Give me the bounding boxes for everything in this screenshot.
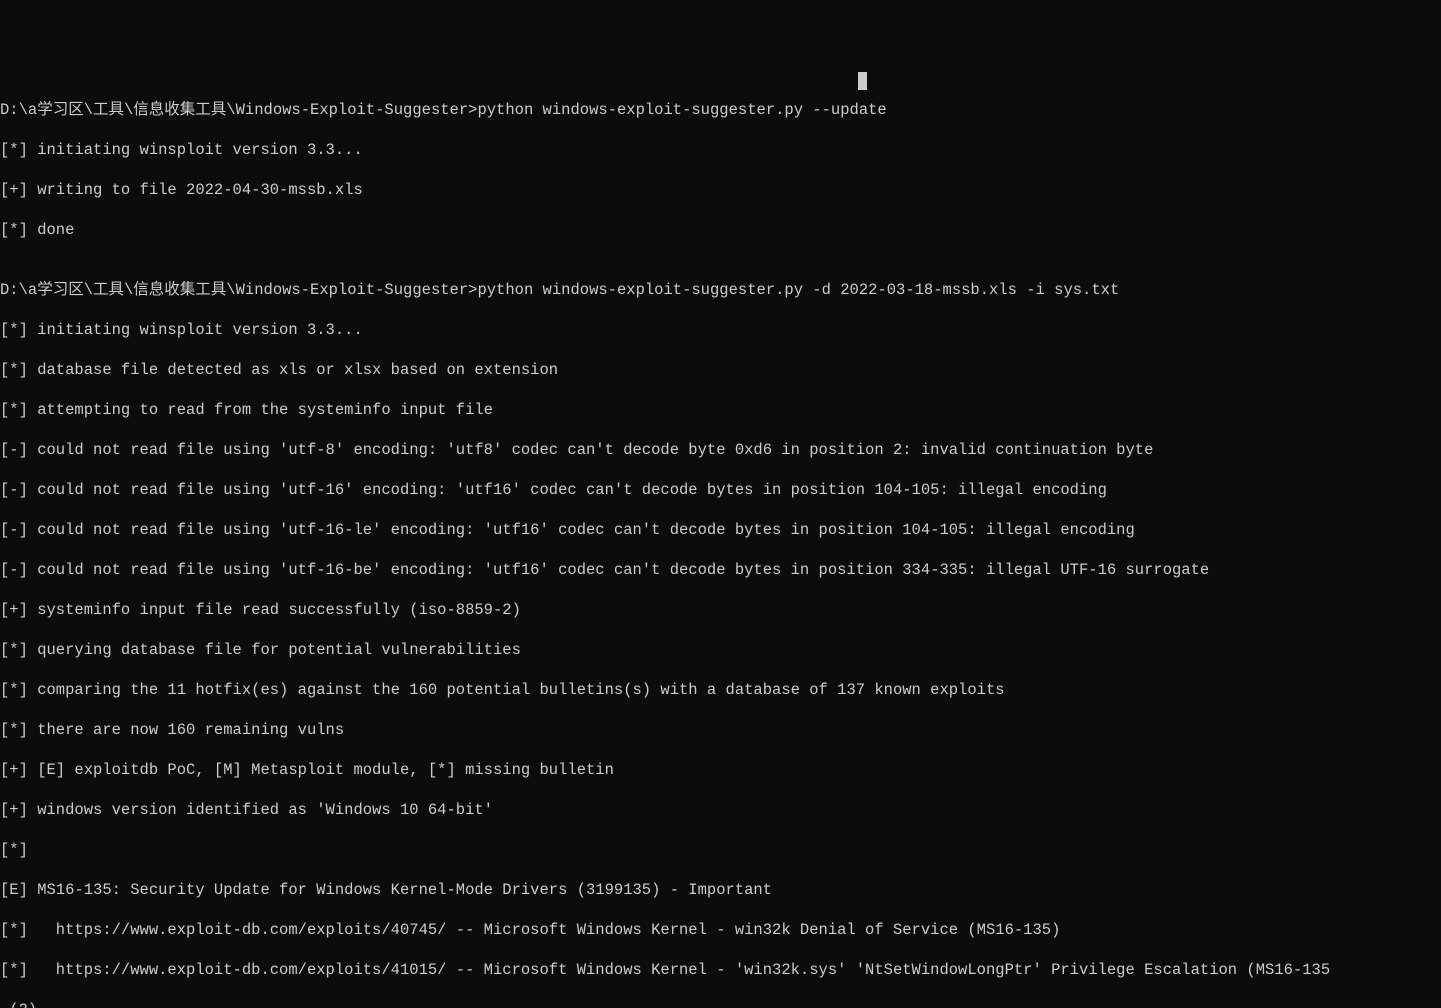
terminal-line: [+] writing to file 2022-04-30-mssb.xls xyxy=(0,180,1441,200)
text-cursor xyxy=(858,72,867,90)
terminal-line: [-] could not read file using 'utf-8' en… xyxy=(0,440,1441,460)
terminal-line: [*] initiating winsploit version 3.3... xyxy=(0,140,1441,160)
terminal-line: [*] https://www.exploit-db.com/exploits/… xyxy=(0,920,1441,940)
terminal-line: [*] there are now 160 remaining vulns xyxy=(0,720,1441,740)
terminal-line: [*] https://www.exploit-db.com/exploits/… xyxy=(0,960,1441,980)
terminal-line: [*] initiating winsploit version 3.3... xyxy=(0,320,1441,340)
terminal-line: [-] could not read file using 'utf-16' e… xyxy=(0,480,1441,500)
terminal-output[interactable]: D:\a学习区\工具\信息收集工具\Windows-Exploit-Sugges… xyxy=(0,80,1441,1008)
terminal-line: D:\a学习区\工具\信息收集工具\Windows-Exploit-Sugges… xyxy=(0,280,1441,300)
terminal-line: (2) xyxy=(0,1000,1441,1008)
terminal-line: [*] querying database file for potential… xyxy=(0,640,1441,660)
terminal-line: [+] [E] exploitdb PoC, [M] Metasploit mo… xyxy=(0,760,1441,780)
terminal-line: [E] MS16-135: Security Update for Window… xyxy=(0,880,1441,900)
terminal-line: [+] windows version identified as 'Windo… xyxy=(0,800,1441,820)
terminal-line: [*] attempting to read from the systemin… xyxy=(0,400,1441,420)
terminal-line: [+] systeminfo input file read successfu… xyxy=(0,600,1441,620)
terminal-line: [*] done xyxy=(0,220,1441,240)
terminal-line: [-] could not read file using 'utf-16-le… xyxy=(0,520,1441,540)
terminal-line: [*] database file detected as xls or xls… xyxy=(0,360,1441,380)
terminal-line: D:\a学习区\工具\信息收集工具\Windows-Exploit-Sugges… xyxy=(0,100,1441,120)
terminal-line: [*] xyxy=(0,840,1441,860)
terminal-line: [*] comparing the 11 hotfix(es) against … xyxy=(0,680,1441,700)
terminal-line: [-] could not read file using 'utf-16-be… xyxy=(0,560,1441,580)
